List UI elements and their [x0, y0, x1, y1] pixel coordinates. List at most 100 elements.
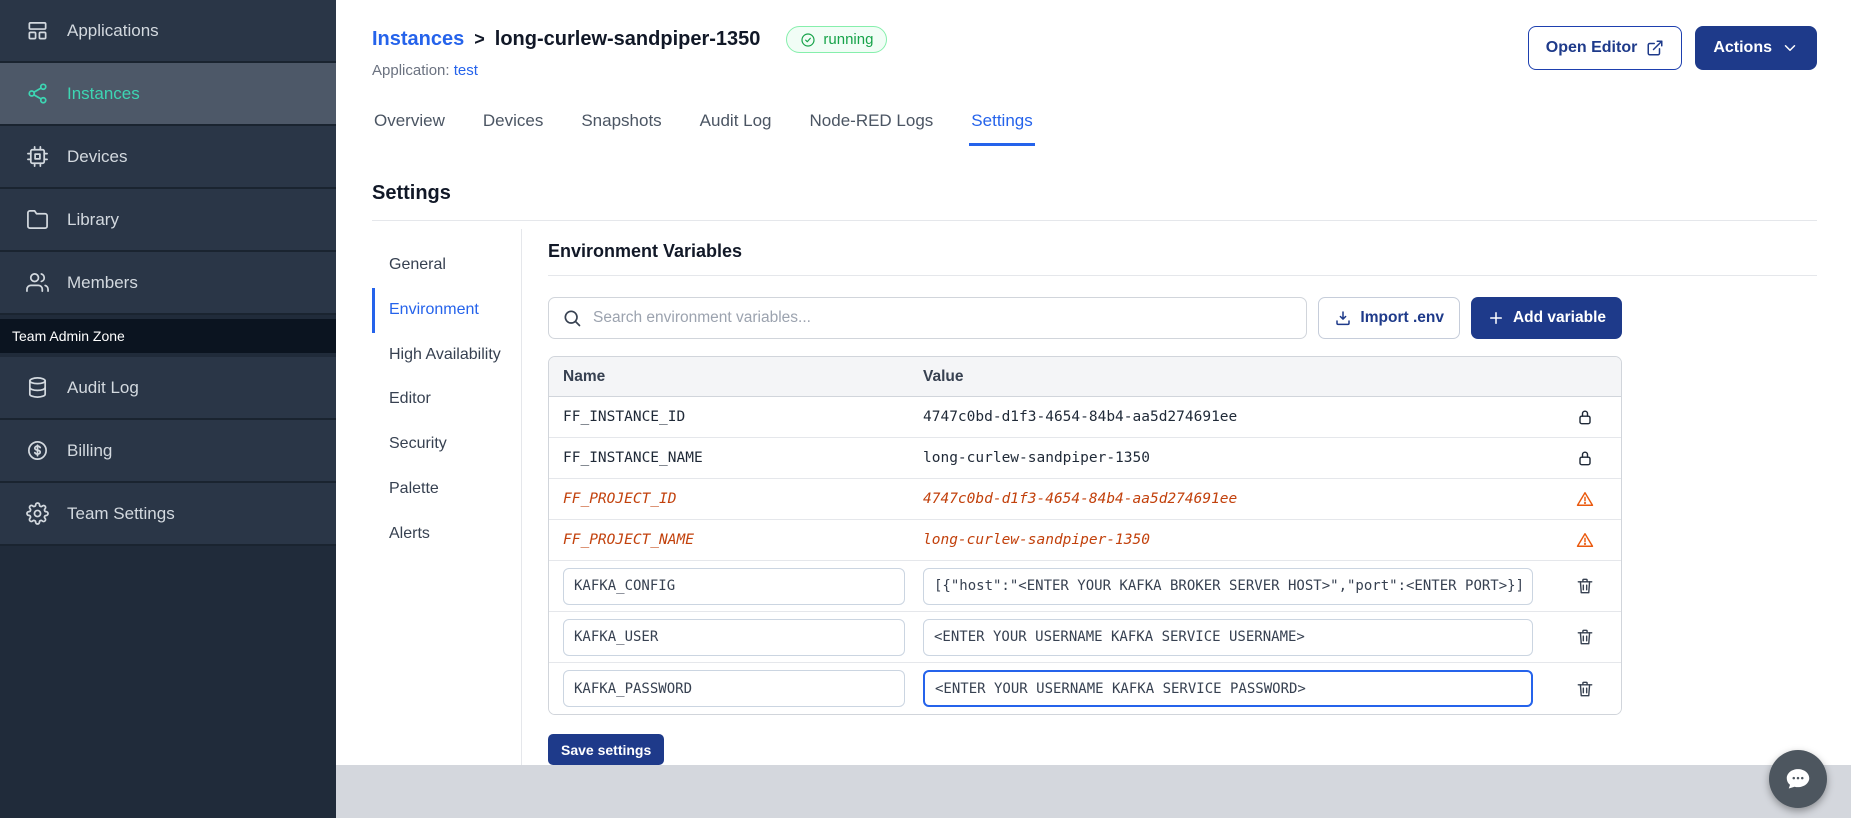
settings-body: General Environment High Availability Ed… — [372, 229, 1817, 765]
table-row: FF_PROJECT_ID 4747c0bd-d1f3-4654-84b4-aa… — [549, 479, 1621, 520]
applications-icon — [28, 21, 47, 40]
import-env-button[interactable]: Import .env — [1318, 297, 1460, 339]
warning-icon — [1576, 533, 1594, 547]
header-actions: Open Editor Actions — [1527, 26, 1817, 70]
subnav-item-alerts[interactable]: Alerts — [372, 512, 521, 557]
env-value-input[interactable] — [923, 567, 1533, 605]
chat-bubble-icon — [1786, 769, 1810, 789]
add-variable-label: Add variable — [1512, 309, 1606, 326]
save-settings-button[interactable]: Save settings — [548, 734, 665, 765]
chat-widget-button[interactable] — [1769, 750, 1827, 808]
env-value: long-curlew-sandpiper-1350 — [923, 450, 1150, 466]
actions-label: Actions — [1713, 39, 1772, 56]
environment-divider — [548, 275, 1817, 276]
instances-icon — [28, 83, 47, 104]
tab-audit-log[interactable]: Audit Log — [698, 105, 774, 146]
audit-log-icon — [28, 377, 47, 398]
table-row — [549, 561, 1621, 612]
sidebar-item-label: Team Settings — [67, 503, 175, 523]
table-row: FF_INSTANCE_ID 4747c0bd-d1f3-4654-84b4-a… — [549, 397, 1621, 438]
billing-icon — [28, 441, 47, 460]
subnav-item-environment[interactable]: Environment — [372, 287, 521, 333]
subnav-item-high-availability[interactable]: High Availability — [372, 333, 521, 378]
search-box — [548, 297, 1308, 339]
app-window: Applications Instances Devices Library M… — [0, 0, 1851, 818]
open-editor-label: Open Editor — [1545, 39, 1638, 56]
application-link[interactable]: test — [454, 62, 478, 79]
tab-node-red-logs[interactable]: Node-RED Logs — [808, 105, 936, 146]
sidebar-item-library[interactable]: Library — [0, 189, 336, 252]
settings-divider — [372, 220, 1817, 221]
actions-button[interactable]: Actions — [1695, 26, 1817, 70]
settings-page-title: Settings — [372, 182, 451, 204]
instance-tabs: Overview Devices Snapshots Audit Log Nod… — [372, 105, 1817, 146]
sidebar-item-instances[interactable]: Instances — [0, 63, 336, 126]
tab-devices[interactable]: Devices — [481, 105, 545, 146]
sidebar-item-members[interactable]: Members — [0, 252, 336, 315]
subnav-item-general[interactable]: General — [372, 243, 521, 288]
env-value: 4747c0bd-d1f3-4654-84b4-aa5d274691ee — [923, 409, 1238, 425]
table-header-row: Name Value — [549, 357, 1621, 397]
env-name: FF_PROJECT_ID — [563, 491, 677, 507]
instance-header-left: Instances > long-curlew-sandpiper-1350 r… — [372, 26, 888, 79]
env-name-input[interactable] — [563, 567, 905, 605]
env-value-input[interactable] — [923, 670, 1533, 707]
sidebar-item-label: Applications — [67, 20, 159, 40]
environment-panel: Environment Variables Import .env — [548, 229, 1817, 765]
instance-header: Instances > long-curlew-sandpiper-1350 r… — [372, 26, 1817, 79]
footer-band — [336, 765, 1851, 818]
import-env-label: Import .env — [1360, 309, 1444, 326]
instance-name: long-curlew-sandpiper-1350 — [494, 28, 761, 50]
breadcrumb-instances-link[interactable]: Instances — [372, 28, 464, 51]
env-name-input[interactable] — [563, 670, 905, 707]
main-content: Instances > long-curlew-sandpiper-1350 r… — [336, 0, 1851, 765]
main-area: Instances > long-curlew-sandpiper-1350 r… — [336, 0, 1851, 818]
env-name: FF_INSTANCE_NAME — [563, 450, 703, 466]
delete-variable-button[interactable] — [1575, 576, 1595, 596]
settings-subnav: General Environment High Availability Ed… — [372, 229, 522, 765]
status-badge-label: running — [823, 31, 874, 48]
sidebar-item-billing[interactable]: Billing — [0, 420, 336, 483]
breadcrumb: Instances > long-curlew-sandpiper-1350 r… — [372, 26, 888, 53]
team-admin-zone-label: Team Admin Zone — [12, 328, 125, 344]
library-icon — [27, 210, 48, 229]
sidebar-item-label: Devices — [67, 146, 128, 166]
env-name-input[interactable] — [563, 618, 905, 656]
sidebar-item-audit-log[interactable]: Audit Log — [0, 357, 336, 420]
breadcrumb-separator: > — [474, 29, 485, 49]
open-editor-button[interactable]: Open Editor — [1527, 26, 1683, 70]
sidebar-item-label: Library — [67, 209, 119, 229]
env-value: long-curlew-sandpiper-1350 — [923, 532, 1150, 548]
tab-settings[interactable]: Settings — [969, 105, 1035, 146]
import-icon — [1336, 311, 1351, 326]
status-badge: running — [786, 26, 888, 53]
lock-icon — [1579, 410, 1591, 425]
sidebar-item-team-settings[interactable]: Team Settings — [0, 483, 336, 546]
sidebar-item-applications[interactable]: Applications — [0, 0, 336, 63]
environment-variables-title: Environment Variables — [548, 241, 743, 261]
trash-icon — [1577, 578, 1593, 594]
application-line: Application: test — [372, 62, 887, 79]
table-row — [549, 663, 1621, 714]
search-icon — [564, 310, 581, 327]
lock-icon — [1579, 451, 1591, 466]
tab-snapshots[interactable]: Snapshots — [579, 105, 663, 146]
tab-overview[interactable]: Overview — [372, 105, 447, 146]
sidebar-item-label: Audit Log — [67, 377, 139, 397]
subnav-item-security[interactable]: Security — [372, 422, 521, 467]
delete-variable-button[interactable] — [1575, 627, 1595, 647]
delete-variable-button[interactable] — [1575, 679, 1595, 699]
sidebar: Applications Instances Devices Library M… — [0, 0, 336, 818]
chevron-down-icon — [1784, 45, 1796, 51]
env-value-input[interactable] — [923, 618, 1533, 656]
search-input[interactable] — [593, 309, 1294, 327]
subnav-item-editor[interactable]: Editor — [372, 377, 521, 422]
table-row: FF_PROJECT_NAME long-curlew-sandpiper-13… — [549, 520, 1621, 561]
team-admin-zone-header: Team Admin Zone — [0, 319, 336, 353]
subnav-item-palette[interactable]: Palette — [372, 467, 521, 512]
trash-icon — [1577, 629, 1593, 645]
column-header-name: Name — [563, 367, 606, 385]
sidebar-item-devices[interactable]: Devices — [0, 126, 336, 189]
add-variable-button[interactable]: Add variable — [1470, 297, 1622, 339]
environment-toolbar: Import .env Add variable — [548, 297, 1622, 339]
